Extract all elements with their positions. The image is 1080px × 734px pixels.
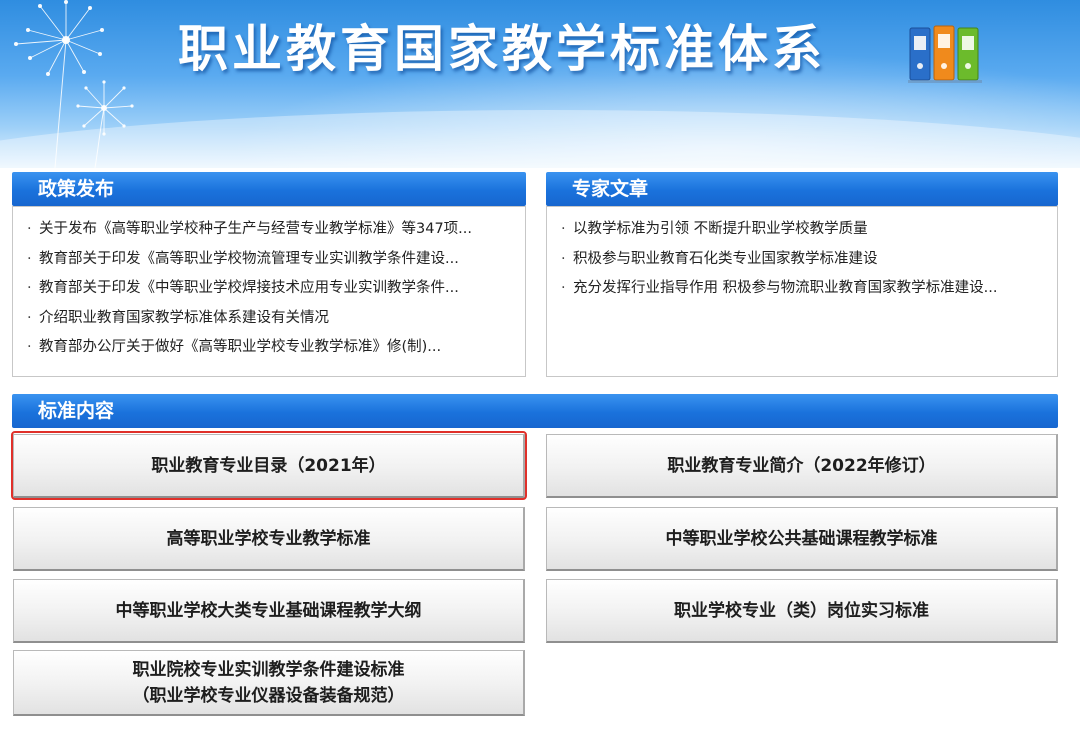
policy-item-1[interactable]: · 关于发布《高等职业学校种子生产与经营专业教学标准》等347项... [27, 215, 511, 245]
button-sublabel: （职业学校专业仪器设备装备规范） [132, 685, 405, 706]
button-label: 职业学校专业（类）岗位实习标准 [674, 600, 929, 621]
policy-header: 政策发布 [12, 172, 526, 206]
binders-icon [908, 25, 982, 83]
button-label: 中等职业学校公共基础课程教学标准 [665, 528, 938, 549]
professional-catalog-button[interactable]: 职业教育专业目录（2021年） [13, 434, 525, 498]
policy-item-4[interactable]: · 介绍职业教育国家教学标准体系建设有关情况 [27, 304, 511, 334]
button-label: 职业教育专业简介（2022年修订） [667, 455, 936, 476]
expert-item-2[interactable]: · 积极参与职业教育石化类专业国家教学标准建设 [561, 245, 1043, 275]
policy-item-3[interactable]: · 教育部关于印发《中等职业学校焊接技术应用专业实训教学条件... [27, 274, 511, 304]
policy-list: · 关于发布《高等职业学校种子生产与经营专业教学标准》等347项... · 教育部关… [27, 215, 511, 363]
policy-item-2[interactable]: · 教育部关于印发《高等职业学校物流管理专业实训教学条件建设... [27, 245, 511, 275]
expert-item-1[interactable]: · 以教学标准为引领 不断提升职业学校教学质量 [561, 215, 1043, 245]
expert-header: 专家文章 [546, 172, 1058, 206]
expert-list: · 以教学标准为引领 不断提升职业学校教学质量 · 积极参与职业教育石化类专业国家教… [561, 215, 1043, 304]
page-title: 职业教育国家教学标准体系 [178, 20, 826, 78]
dandelion-icon [14, 0, 134, 168]
button-label: 中等职业学校大类专业基础课程教学大纲 [115, 600, 422, 621]
internship-standard-button[interactable]: 职业学校专业（类）岗位实习标准 [546, 579, 1058, 643]
policy-panel: · 关于发布《高等职业学校种子生产与经营专业教学标准》等347项... · 教育部关… [12, 206, 526, 377]
higher-vocational-standard-button[interactable]: 高等职业学校专业教学标准 [13, 507, 525, 571]
button-label: 职业教育专业目录（2021年） [151, 455, 386, 476]
professional-intro-button[interactable]: 职业教育专业简介（2022年修订） [546, 434, 1058, 498]
banner: 职业教育国家教学标准体系 [0, 0, 1080, 168]
expert-panel: · 以教学标准为引领 不断提升职业学校教学质量 · 积极参与职业教育石化类专业国家教… [546, 206, 1058, 377]
policy-item-5[interactable]: · 教育部办公厅关于做好《高等职业学校专业教学标准》修(制)... [27, 333, 511, 363]
secondary-public-course-button[interactable]: 中等职业学校公共基础课程教学标准 [546, 507, 1058, 571]
training-conditions-button[interactable]: 职业院校专业实训教学条件建设标准 （职业学校专业仪器设备装备规范） [13, 650, 525, 716]
standards-header: 标准内容 [12, 394, 1058, 428]
button-label: 高等职业学校专业教学标准 [166, 528, 371, 549]
button-label: 职业院校专业实训教学条件建设标准 [132, 659, 405, 680]
expert-item-3[interactable]: · 充分发挥行业指导作用 积极参与物流职业教育国家教学标准建设... [561, 274, 1043, 304]
secondary-basic-course-button[interactable]: 中等职业学校大类专业基础课程教学大纲 [13, 579, 525, 643]
